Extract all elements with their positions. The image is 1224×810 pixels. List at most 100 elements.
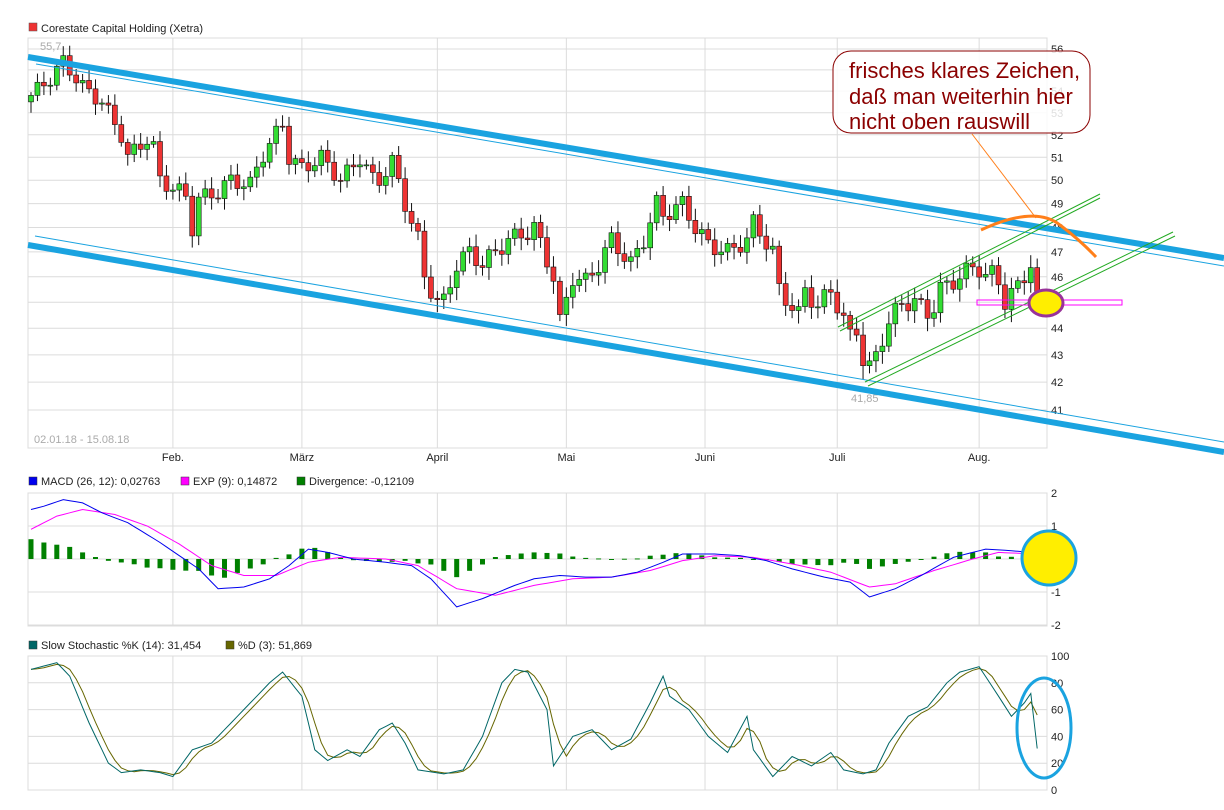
candle-up (389, 155, 396, 177)
candle-down (402, 178, 408, 212)
divergence-bar (918, 559, 924, 560)
divergence-bar (828, 559, 834, 566)
candle-down (537, 222, 544, 238)
candle-up (802, 287, 808, 307)
candle-down (524, 237, 531, 240)
candle-down (286, 125, 292, 165)
candle-up (698, 229, 705, 235)
candle-up (273, 125, 279, 144)
stochastic-tick-label: 60 (1051, 705, 1063, 717)
candle-up (640, 247, 647, 250)
candle-up (873, 351, 879, 362)
candle-up (679, 196, 686, 205)
callout-pointer (971, 133, 1037, 219)
month-tick-label: Aug. (968, 452, 991, 464)
candle-up (318, 149, 325, 166)
divergence-bar (738, 557, 743, 559)
candle-down (789, 305, 795, 311)
month-tick-label: Juli (829, 452, 846, 464)
stock-chart: 56555453525150494847464544434241Feb.März… (27, 22, 1224, 797)
candle-up (34, 81, 41, 96)
candle-up (744, 237, 750, 253)
candle-down (763, 235, 770, 250)
month-tick-label: Mai (557, 452, 575, 464)
candle-up (815, 306, 821, 309)
divergence-bar (634, 558, 640, 560)
candle-up (750, 214, 757, 239)
candle-up (460, 251, 466, 272)
percent-d-line (30, 663, 1038, 776)
macd-tick-label: -2 (1051, 620, 1061, 632)
candle-up (602, 247, 608, 273)
divergence-bar (505, 555, 511, 559)
divergence-bar (609, 559, 614, 560)
divergence-bar (118, 559, 124, 563)
candle-up (886, 323, 892, 347)
candle-down (686, 196, 692, 221)
lower-trendline-thick (27, 242, 1224, 455)
legend-swatch-macd (28, 476, 38, 486)
candle-up (956, 278, 963, 290)
candle-up (241, 186, 247, 189)
divergence-bar (879, 559, 885, 567)
candle-up (363, 164, 370, 167)
annotation-line-2: daß man weiterhin hier (849, 84, 1073, 109)
candle-up (311, 165, 318, 172)
divergence-bar (892, 559, 898, 564)
price-tick-label: 47 (1051, 247, 1063, 259)
divergence-bar (544, 552, 550, 559)
candle-down (118, 124, 125, 143)
divergence-bar (80, 552, 86, 559)
candle-down (324, 149, 331, 163)
candle-up (292, 158, 299, 165)
candle-down (86, 80, 92, 90)
divergence-bar (815, 559, 821, 566)
candle-up (582, 272, 589, 280)
candle-up (989, 265, 995, 275)
divergence-bar (492, 557, 498, 559)
divergence-bar (557, 553, 563, 559)
legend-divergence: Divergence: -0,12109 (309, 476, 414, 488)
legend-d: %D (3): 51,869 (238, 640, 312, 652)
stochastic-panel-frame (27, 655, 1048, 791)
divergence-bar (170, 559, 176, 570)
divergence-bar (905, 559, 911, 562)
candle-down (415, 223, 421, 232)
candle-up (511, 228, 518, 239)
candle-up (911, 298, 918, 312)
candle-down (92, 88, 99, 105)
candle-up (447, 287, 454, 295)
legend-swatch-price (28, 22, 38, 32)
candle-up (382, 176, 389, 186)
candle-up (357, 164, 363, 168)
divergence-bar (247, 559, 253, 569)
candle-up (253, 166, 260, 178)
candle-down (950, 280, 957, 290)
candle-down (827, 289, 834, 293)
candle-down (479, 265, 486, 268)
candle-down (337, 180, 344, 182)
divergence-bar (28, 539, 34, 559)
candle-down (898, 303, 905, 305)
candle-down (234, 174, 241, 189)
divergence-bar (647, 555, 653, 559)
divergence-bar (157, 559, 163, 569)
price-tick-label: 41 (1051, 405, 1063, 417)
candle-down (305, 162, 312, 172)
divergence-bar (750, 559, 756, 560)
candle-up (653, 195, 660, 224)
divergence-bar (144, 559, 150, 568)
candle-up (769, 245, 776, 250)
candle-up (453, 270, 460, 288)
annotation-line-1: frisches klares Zeichen, (849, 58, 1080, 83)
candle-down (473, 246, 479, 266)
candle-up (466, 246, 473, 253)
candle-up (99, 102, 105, 105)
candle-down (421, 230, 428, 278)
candle-up (718, 251, 724, 256)
candle-up (595, 272, 602, 276)
divergence-bar (725, 557, 731, 559)
divergence-bar (660, 554, 666, 559)
divergence-bar (131, 559, 137, 565)
price-tick-label: 44 (1051, 323, 1063, 335)
